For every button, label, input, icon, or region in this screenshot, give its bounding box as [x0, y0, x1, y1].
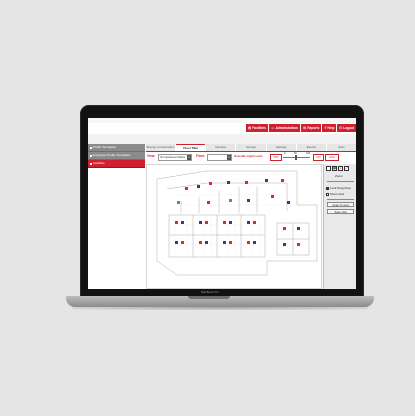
tab-events[interactable]: Events: [296, 144, 326, 151]
grid-tool-icon[interactable]: ▦: [332, 166, 337, 171]
show-grid-checkbox[interactable]: Show Grid: [326, 192, 344, 196]
tab-energy-consumption[interactable]: Energy Consumption: [146, 144, 176, 151]
laptop-screen: ▦ Facilities ☺ Administration ▤ Reports …: [88, 118, 356, 289]
panel-divider: [327, 199, 354, 200]
top-navigation: ▦ Facilities ☺ Administration ▤ Reports …: [218, 123, 356, 133]
square-icon: [90, 162, 92, 165]
tab-activity[interactable]: Activ: [326, 144, 356, 151]
view-select-value: Occupational Status: [160, 155, 186, 159]
nav-label: Facilities: [252, 126, 266, 130]
nav-label: Help: [327, 126, 335, 130]
checkbox-label: Lock Drag Drop: [330, 186, 352, 190]
slider-max-label: 100: [306, 152, 311, 155]
light-auto-button[interactable]: Auto: [325, 154, 339, 161]
zoom-label: Zoom: [335, 174, 343, 178]
person-icon: ☺: [270, 126, 275, 130]
nav-label: Reports: [307, 126, 320, 130]
tab-settings[interactable]: Settings: [266, 144, 296, 151]
slider-min-label: 0: [284, 152, 286, 155]
checkbox-icon: [326, 192, 329, 196]
help-icon: ?: [324, 126, 327, 130]
zoom-slider[interactable]: [327, 181, 354, 182]
laptop-base-notch: [188, 296, 230, 299]
floor-plan-canvas[interactable]: [146, 164, 322, 289]
sidebar-item-employee-profile-templates[interactable]: Employee Profile Templates: [88, 152, 145, 160]
light-fixtures: [175, 179, 300, 246]
building-icon: ▦: [247, 126, 252, 130]
sidebar-item-label: Profile Templates: [93, 145, 116, 149]
tab-underline: [146, 151, 356, 152]
nav-label: Administration: [275, 126, 299, 130]
floorplan-controls: View: Occupational Status ▾ Floor: ▾ Ove…: [146, 152, 356, 161]
floor-label: Floor:: [196, 154, 206, 158]
square-icon: [90, 154, 92, 157]
nav-facilities-button[interactable]: ▦ Facilities: [245, 124, 268, 132]
close-icon[interactable]: ×: [338, 166, 343, 171]
panel-toolbar: ▦ × ⤢: [326, 166, 349, 171]
light-off-button[interactable]: OFF: [270, 154, 282, 161]
nav-help-button[interactable]: ? Help: [322, 124, 337, 132]
fit-icon[interactable]: ⤢: [344, 166, 349, 171]
checkbox-icon: [326, 186, 329, 190]
square-icon: [90, 146, 92, 149]
nav-label: Logout: [343, 126, 354, 130]
slider-thumb[interactable]: [295, 155, 297, 160]
power-icon: ⏻: [339, 126, 343, 130]
checkbox-label: Show Grid: [330, 192, 345, 196]
snap-to-grid-button[interactable]: Snap To Grid: [327, 202, 354, 207]
view-select[interactable]: Occupational Status ▾: [158, 154, 192, 161]
header-band: [88, 134, 356, 144]
floor-plan-drawing: [156, 170, 318, 276]
chevron-down-icon: ▾: [187, 155, 191, 160]
nav-administration-button[interactable]: ☺ Administration: [268, 124, 300, 132]
floor-select[interactable]: ▾: [207, 154, 232, 161]
product-photo-background: MacBook Pro ▦ Facilities ☺ Administratio…: [0, 0, 415, 416]
tab-devices[interactable]: Devices: [206, 144, 236, 151]
light-on-button[interactable]: ON: [313, 154, 324, 161]
sidebar-item-label: Employee Profile Templates: [93, 153, 131, 157]
nav-reports-button[interactable]: ▤ Reports: [301, 124, 322, 132]
save-button[interactable]: Save (Alt): [327, 209, 354, 214]
override-light-level-label: Override Light Level:: [234, 154, 263, 158]
sidebar-item-label: Facilities: [93, 161, 105, 165]
report-icon: ▤: [303, 126, 307, 130]
chevron-down-icon: ▾: [227, 155, 231, 160]
nav-logout-button[interactable]: ⏻ Logout: [337, 124, 356, 132]
floorplan-tool-panel: ▦ × ⤢ Zoom Lock Drag Drop Show Grid Snap…: [323, 164, 356, 289]
sidebar: Profile Templates Employee Profile Templ…: [88, 144, 145, 289]
device-label: MacBook Pro: [200, 290, 219, 294]
sidebar-item-profile-templates[interactable]: Profile Templates: [88, 144, 145, 152]
view-label: View:: [147, 154, 156, 158]
tab-groups[interactable]: Groups: [236, 144, 266, 151]
select-tool-icon[interactable]: [326, 166, 331, 171]
lock-drag-drop-checkbox[interactable]: Lock Drag Drop: [326, 186, 351, 190]
sidebar-item-facilities[interactable]: Facilities: [88, 160, 145, 168]
tab-bar: Energy Consumption Floor Plan Devices Gr…: [146, 144, 356, 152]
